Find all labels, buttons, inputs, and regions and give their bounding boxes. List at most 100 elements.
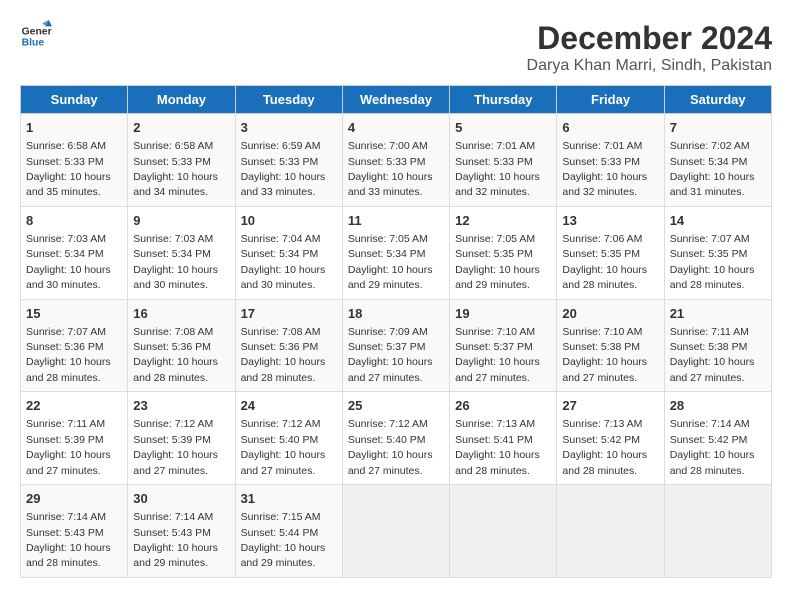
sunrise-info: Sunrise: 7:13 AM — [455, 418, 535, 430]
sunrise-info: Sunrise: 7:08 AM — [133, 326, 213, 338]
sunrise-info: Sunrise: 7:07 AM — [26, 326, 106, 338]
daylight-info: Daylight: 10 hours and 32 minutes. — [562, 171, 647, 198]
calendar-cell — [664, 485, 771, 578]
sunset-info: Sunset: 5:37 PM — [348, 341, 426, 353]
calendar-cell: 13Sunrise: 7:06 AMSunset: 5:35 PMDayligh… — [557, 206, 664, 299]
daylight-info: Daylight: 10 hours and 29 minutes. — [133, 542, 218, 569]
day-number: 20 — [562, 305, 658, 323]
daylight-info: Daylight: 10 hours and 30 minutes. — [241, 264, 326, 291]
page-header: General Blue December 2024 Darya Khan Ma… — [20, 20, 772, 75]
calendar-week-2: 8Sunrise: 7:03 AMSunset: 5:34 PMDaylight… — [21, 206, 772, 299]
sunrise-info: Sunrise: 7:00 AM — [348, 140, 428, 152]
daylight-info: Daylight: 10 hours and 29 minutes. — [348, 264, 433, 291]
daylight-info: Daylight: 10 hours and 30 minutes. — [26, 264, 111, 291]
sunset-info: Sunset: 5:37 PM — [455, 341, 533, 353]
day-number: 17 — [241, 305, 337, 323]
sunrise-info: Sunrise: 7:05 AM — [455, 233, 535, 245]
calendar-cell: 3Sunrise: 6:59 AMSunset: 5:33 PMDaylight… — [235, 114, 342, 207]
sunset-info: Sunset: 5:34 PM — [348, 248, 426, 260]
sunset-info: Sunset: 5:34 PM — [670, 156, 748, 168]
sunset-info: Sunset: 5:33 PM — [348, 156, 426, 168]
calendar-cell: 24Sunrise: 7:12 AMSunset: 5:40 PMDayligh… — [235, 392, 342, 485]
calendar-cell: 23Sunrise: 7:12 AMSunset: 5:39 PMDayligh… — [128, 392, 235, 485]
calendar-header-row: SundayMondayTuesdayWednesdayThursdayFrid… — [21, 86, 772, 114]
calendar-cell: 20Sunrise: 7:10 AMSunset: 5:38 PMDayligh… — [557, 299, 664, 392]
day-number: 26 — [455, 397, 551, 415]
day-number: 22 — [26, 397, 122, 415]
calendar-cell: 19Sunrise: 7:10 AMSunset: 5:37 PMDayligh… — [450, 299, 557, 392]
column-header-friday: Friday — [557, 86, 664, 114]
sunset-info: Sunset: 5:35 PM — [455, 248, 533, 260]
day-number: 28 — [670, 397, 766, 415]
day-number: 12 — [455, 212, 551, 230]
daylight-info: Daylight: 10 hours and 28 minutes. — [26, 356, 111, 383]
daylight-info: Daylight: 10 hours and 29 minutes. — [241, 542, 326, 569]
daylight-info: Daylight: 10 hours and 27 minutes. — [562, 356, 647, 383]
sunset-info: Sunset: 5:40 PM — [241, 434, 319, 446]
sunrise-info: Sunrise: 7:14 AM — [670, 418, 750, 430]
sunrise-info: Sunrise: 7:13 AM — [562, 418, 642, 430]
calendar-cell: 12Sunrise: 7:05 AMSunset: 5:35 PMDayligh… — [450, 206, 557, 299]
day-number: 2 — [133, 119, 229, 137]
column-header-sunday: Sunday — [21, 86, 128, 114]
calendar-week-1: 1Sunrise: 6:58 AMSunset: 5:33 PMDaylight… — [21, 114, 772, 207]
daylight-info: Daylight: 10 hours and 33 minutes. — [241, 171, 326, 198]
calendar-cell: 30 Sunrise: 7:14 AM Sunset: 5:43 PM Dayligh… — [128, 485, 235, 578]
logo-icon: General Blue — [20, 20, 52, 52]
calendar-cell: 11Sunrise: 7:05 AMSunset: 5:34 PMDayligh… — [342, 206, 449, 299]
day-number: 8 — [26, 212, 122, 230]
daylight-info: Daylight: 10 hours and 27 minutes. — [26, 449, 111, 476]
calendar-cell: 18Sunrise: 7:09 AMSunset: 5:37 PMDayligh… — [342, 299, 449, 392]
daylight-info: Daylight: 10 hours and 27 minutes. — [348, 449, 433, 476]
day-number: 30 — [133, 490, 229, 508]
daylight-info: Daylight: 10 hours and 32 minutes. — [455, 171, 540, 198]
daylight-info: Daylight: 10 hours and 28 minutes. — [241, 356, 326, 383]
day-number: 4 — [348, 119, 444, 137]
day-number: 15 — [26, 305, 122, 323]
daylight-info: Daylight: 10 hours and 28 minutes. — [562, 264, 647, 291]
calendar-cell: 27Sunrise: 7:13 AMSunset: 5:42 PMDayligh… — [557, 392, 664, 485]
day-number: 29 — [26, 490, 122, 508]
sunrise-info: Sunrise: 7:06 AM — [562, 233, 642, 245]
calendar-cell: 17Sunrise: 7:08 AMSunset: 5:36 PMDayligh… — [235, 299, 342, 392]
sunset-info: Sunset: 5:33 PM — [26, 156, 104, 168]
daylight-info: Daylight: 10 hours and 28 minutes. — [670, 264, 755, 291]
calendar-cell: 6Sunrise: 7:01 AMSunset: 5:33 PMDaylight… — [557, 114, 664, 207]
calendar-cell: 9Sunrise: 7:03 AMSunset: 5:34 PMDaylight… — [128, 206, 235, 299]
sunrise-info: Sunrise: 7:05 AM — [348, 233, 428, 245]
sunset-info: Sunset: 5:36 PM — [26, 341, 104, 353]
calendar-cell: 7Sunrise: 7:02 AMSunset: 5:34 PMDaylight… — [664, 114, 771, 207]
daylight-info: Daylight: 10 hours and 27 minutes. — [455, 356, 540, 383]
sunset-info: Sunset: 5:34 PM — [241, 248, 319, 260]
sunrise-info: Sunrise: 6:59 AM — [241, 140, 321, 152]
sunset-info: Sunset: 5:33 PM — [455, 156, 533, 168]
calendar-cell — [342, 485, 449, 578]
sunset-info: Sunset: 5:38 PM — [670, 341, 748, 353]
svg-text:Blue: Blue — [22, 38, 45, 49]
day-number: 13 — [562, 212, 658, 230]
sunset-info: Sunset: 5:34 PM — [133, 248, 211, 260]
calendar-week-3: 15 Sunrise: 7:07 AM Sunset: 5:36 PM Dayligh… — [21, 299, 772, 392]
sunset-info: Sunset: 5:34 PM — [26, 248, 104, 260]
svg-text:General: General — [22, 26, 52, 37]
day-number: 27 — [562, 397, 658, 415]
calendar-cell: 15 Sunrise: 7:07 AM Sunset: 5:36 PM Dayligh… — [21, 299, 128, 392]
daylight-info: Daylight: 10 hours and 35 minutes. — [26, 171, 111, 198]
sunset-info: Sunset: 5:42 PM — [562, 434, 640, 446]
daylight-info: Daylight: 10 hours and 28 minutes. — [455, 449, 540, 476]
calendar-title: December 2024 — [527, 20, 772, 57]
calendar-cell: 4Sunrise: 7:00 AMSunset: 5:33 PMDaylight… — [342, 114, 449, 207]
sunrise-info: Sunrise: 7:10 AM — [562, 326, 642, 338]
daylight-info: Daylight: 10 hours and 28 minutes. — [26, 542, 111, 569]
sunrise-info: Sunrise: 7:14 AM — [133, 511, 213, 523]
calendar-cell: 28Sunrise: 7:14 AMSunset: 5:42 PMDayligh… — [664, 392, 771, 485]
sunset-info: Sunset: 5:36 PM — [241, 341, 319, 353]
day-number: 10 — [241, 212, 337, 230]
column-header-tuesday: Tuesday — [235, 86, 342, 114]
sunset-info: Sunset: 5:39 PM — [26, 434, 104, 446]
daylight-info: Daylight: 10 hours and 27 minutes. — [348, 356, 433, 383]
calendar-cell — [557, 485, 664, 578]
sunset-info: Sunset: 5:43 PM — [133, 527, 211, 539]
calendar-cell: 29Sunrise: 7:14 AMSunset: 5:43 PMDayligh… — [21, 485, 128, 578]
sunrise-info: Sunrise: 7:11 AM — [670, 326, 749, 338]
